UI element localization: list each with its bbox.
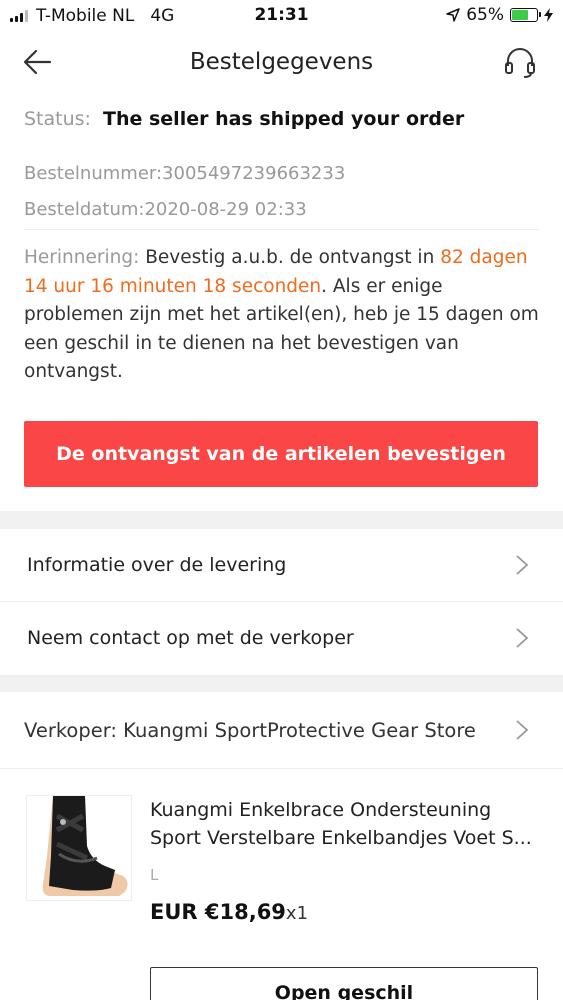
product-price: EUR €18,69x1 <box>150 900 308 924</box>
contact-seller-row[interactable]: Neem contact op met de verkoper <box>0 602 563 674</box>
chevron-right-icon <box>516 555 529 575</box>
section-gap <box>0 675 563 692</box>
delivery-info-label: Informatie over de levering <box>27 554 287 576</box>
product-title-line-2: Sport Verstelbare Enkelbandjes Voet S... <box>150 827 532 849</box>
ankle-brace-image <box>27 796 131 900</box>
order-number: Bestelnummer:3005497239663233 <box>24 163 346 184</box>
order-date: Besteldatum:2020-08-29 02:33 <box>24 199 307 220</box>
contact-seller-label: Neem contact op met de verkoper <box>27 627 354 649</box>
battery-percent: 65% <box>466 5 504 25</box>
nav-header: Bestelgegevens <box>0 32 563 96</box>
product-title[interactable]: Kuangmi Enkelbrace Ondersteuning Sport V… <box>150 796 542 852</box>
open-dispute-button[interactable]: Open geschil <box>150 967 538 1000</box>
status-bar-right: 65% <box>446 5 553 25</box>
chevron-right-icon <box>516 720 529 740</box>
product-image[interactable] <box>26 795 132 901</box>
section-gap <box>0 511 563 529</box>
divider <box>0 768 563 769</box>
reminder-label: Herinnering: <box>24 247 140 268</box>
status-value: The seller has shipped your order <box>103 108 465 130</box>
divider <box>24 229 539 230</box>
reminder-text: Herinnering: Bevestig a.u.b. de ontvangs… <box>24 244 544 387</box>
battery-icon <box>510 8 541 22</box>
seller-name: Verkoper: Kuangmi SportProtective Gear S… <box>24 718 476 742</box>
product-variant: L <box>150 866 159 884</box>
product-title-line-1: Kuangmi Enkelbrace Ondersteuning <box>150 799 492 821</box>
seller-row[interactable]: Verkoper: Kuangmi SportProtective Gear S… <box>0 692 563 768</box>
charging-bolt-icon <box>544 8 553 22</box>
headset-icon <box>505 48 535 78</box>
product-quantity: x1 <box>285 903 309 924</box>
location-arrow-icon <box>446 8 460 22</box>
order-status: Status: The seller has shipped your orde… <box>24 108 464 130</box>
status-label: Status: <box>24 108 91 130</box>
status-bar: T-Mobile NL 4G 21:31 65% <box>0 0 563 32</box>
confirm-receipt-button[interactable]: De ontvangst van de artikelen bevestigen <box>24 421 538 487</box>
page-title: Bestelgegevens <box>189 49 374 75</box>
delivery-info-row[interactable]: Informatie over de levering <box>0 529 563 601</box>
chevron-right-icon <box>516 628 529 648</box>
reminder-text-start: Bevestig a.u.b. de ontvangst in <box>145 247 435 268</box>
price-value: EUR €18,69 <box>150 900 286 924</box>
customer-service-button[interactable] <box>503 46 543 82</box>
